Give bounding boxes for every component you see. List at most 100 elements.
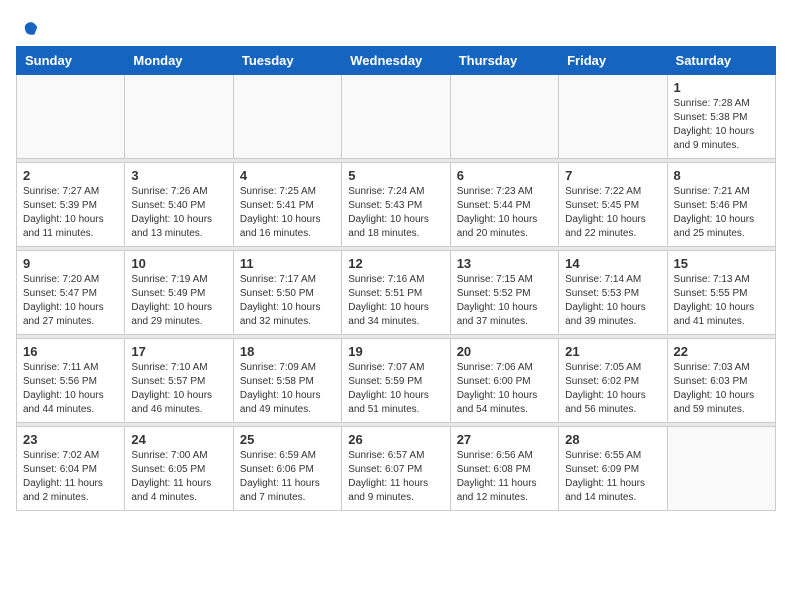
day-info: Sunrise: 6:59 AM Sunset: 6:06 PM Dayligh… [240, 449, 335, 505]
calendar-cell [233, 75, 341, 159]
weekday-header-friday: Friday [559, 47, 667, 75]
calendar-cell: 13Sunrise: 7:15 AM Sunset: 5:52 PM Dayli… [450, 251, 558, 335]
weekday-header-wednesday: Wednesday [342, 47, 450, 75]
calendar-cell: 19 Sunrise: 7:07 AM Sunset: 5:59 PM Dayli… [342, 339, 450, 423]
day-info: Sunrise: 7:27 AM Sunset: 5:39 PM Dayligh… [23, 185, 118, 241]
calendar-cell: 26 Sunrise: 6:57 AM Sunset: 6:07 PM Dayli… [342, 427, 450, 511]
calendar-cell: 27 Sunrise: 6:56 AM Sunset: 6:08 PM Dayli… [450, 427, 558, 511]
day-number: 28 [565, 432, 660, 447]
day-number: 8 [674, 168, 769, 183]
calendar-cell: 8 Sunrise: 7:21 AM Sunset: 5:46 PM Daylig… [667, 163, 775, 247]
calendar-cell: 22 Sunrise: 7:03 AM Sunset: 6:03 PM Dayli… [667, 339, 775, 423]
day-number: 4 [240, 168, 335, 183]
calendar-cell: 21Sunrise: 7:05 AM Sunset: 6:02 PM Dayli… [559, 339, 667, 423]
calendar-cell: 3 Sunrise: 7:26 AM Sunset: 5:40 PM Daylig… [125, 163, 233, 247]
day-number: 22 [674, 344, 769, 359]
day-info: Sunrise: 7:06 AM Sunset: 6:00 PM Dayligh… [457, 361, 552, 417]
day-number: 16 [23, 344, 118, 359]
calendar-cell: 6 Sunrise: 7:23 AM Sunset: 5:44 PM Daylig… [450, 163, 558, 247]
day-info: Sunrise: 6:57 AM Sunset: 6:07 PM Dayligh… [348, 449, 443, 505]
day-number: 5 [348, 168, 443, 183]
logo-icon [18, 16, 40, 38]
day-number: 3 [131, 168, 226, 183]
calendar-cell: 16 Sunrise: 7:11 AM Sunset: 5:56 PM Dayli… [17, 339, 125, 423]
calendar-cell [342, 75, 450, 159]
day-number: 26 [348, 432, 443, 447]
day-info: Sunrise: 7:14 AM Sunset: 5:53 PM Dayligh… [565, 273, 660, 329]
calendar-cell: 2 Sunrise: 7:27 AM Sunset: 5:39 PM Daylig… [17, 163, 125, 247]
day-info: Sunrise: 7:20 AM Sunset: 5:47 PM Dayligh… [23, 273, 118, 329]
calendar-cell: 12 Sunrise: 7:16 AM Sunset: 5:51 PM Dayli… [342, 251, 450, 335]
calendar-cell: 4 Sunrise: 7:25 AM Sunset: 5:41 PM Daylig… [233, 163, 341, 247]
day-info: Sunrise: 7:07 AM Sunset: 5:59 PM Dayligh… [348, 361, 443, 417]
calendar-week-2: 9 Sunrise: 7:20 AM Sunset: 5:47 PM Daylig… [17, 251, 776, 335]
calendar-week-4: 23 Sunrise: 7:02 AM Sunset: 6:04 PM Dayli… [17, 427, 776, 511]
day-info: Sunrise: 7:25 AM Sunset: 5:41 PM Dayligh… [240, 185, 335, 241]
calendar-cell: 20 Sunrise: 7:06 AM Sunset: 6:00 PM Dayli… [450, 339, 558, 423]
day-number: 18 [240, 344, 335, 359]
weekday-header-tuesday: Tuesday [233, 47, 341, 75]
calendar-week-3: 16 Sunrise: 7:11 AM Sunset: 5:56 PM Dayli… [17, 339, 776, 423]
day-number: 25 [240, 432, 335, 447]
calendar-table: SundayMondayTuesdayWednesdayThursdayFrid… [16, 46, 776, 511]
weekday-header-monday: Monday [125, 47, 233, 75]
calendar-cell [667, 427, 775, 511]
calendar-week-1: 2 Sunrise: 7:27 AM Sunset: 5:39 PM Daylig… [17, 163, 776, 247]
day-info: Sunrise: 7:00 AM Sunset: 6:05 PM Dayligh… [131, 449, 226, 505]
logo [16, 16, 40, 38]
day-info: Sunrise: 7:15 AM Sunset: 5:52 PM Dayligh… [457, 273, 552, 329]
day-info: Sunrise: 7:22 AM Sunset: 5:45 PM Dayligh… [565, 185, 660, 241]
weekday-header-sunday: Sunday [17, 47, 125, 75]
day-number: 10 [131, 256, 226, 271]
day-number: 2 [23, 168, 118, 183]
day-info: Sunrise: 7:23 AM Sunset: 5:44 PM Dayligh… [457, 185, 552, 241]
calendar-cell: 17 Sunrise: 7:10 AM Sunset: 5:57 PM Dayli… [125, 339, 233, 423]
day-number: 23 [23, 432, 118, 447]
calendar-cell [559, 75, 667, 159]
day-number: 6 [457, 168, 552, 183]
calendar-cell: 9 Sunrise: 7:20 AM Sunset: 5:47 PM Daylig… [17, 251, 125, 335]
day-number: 24 [131, 432, 226, 447]
calendar-cell: 1 Sunrise: 7:28 AM Sunset: 5:38 PM Daylig… [667, 75, 775, 159]
calendar-cell: 7 Sunrise: 7:22 AM Sunset: 5:45 PM Daylig… [559, 163, 667, 247]
day-number: 20 [457, 344, 552, 359]
day-number: 9 [23, 256, 118, 271]
calendar-cell: 24 Sunrise: 7:00 AM Sunset: 6:05 PM Dayli… [125, 427, 233, 511]
day-info: Sunrise: 7:21 AM Sunset: 5:46 PM Dayligh… [674, 185, 769, 241]
calendar-cell: 25 Sunrise: 6:59 AM Sunset: 6:06 PM Dayli… [233, 427, 341, 511]
day-info: Sunrise: 7:19 AM Sunset: 5:49 PM Dayligh… [131, 273, 226, 329]
day-info: Sunrise: 7:02 AM Sunset: 6:04 PM Dayligh… [23, 449, 118, 505]
calendar-cell: 10 Sunrise: 7:19 AM Sunset: 5:49 PM Dayli… [125, 251, 233, 335]
weekday-header-saturday: Saturday [667, 47, 775, 75]
weekday-header-thursday: Thursday [450, 47, 558, 75]
day-info: Sunrise: 6:56 AM Sunset: 6:08 PM Dayligh… [457, 449, 552, 505]
day-info: Sunrise: 7:16 AM Sunset: 5:51 PM Dayligh… [348, 273, 443, 329]
calendar-cell: 18Sunrise: 7:09 AM Sunset: 5:58 PM Dayli… [233, 339, 341, 423]
day-number: 19 [348, 344, 443, 359]
calendar-cell [450, 75, 558, 159]
day-number: 17 [131, 344, 226, 359]
day-number: 11 [240, 256, 335, 271]
day-number: 15 [674, 256, 769, 271]
day-info: Sunrise: 7:28 AM Sunset: 5:38 PM Dayligh… [674, 97, 769, 153]
day-number: 12 [348, 256, 443, 271]
calendar-cell: 15Sunrise: 7:13 AM Sunset: 5:55 PM Dayli… [667, 251, 775, 335]
day-info: Sunrise: 6:55 AM Sunset: 6:09 PM Dayligh… [565, 449, 660, 505]
day-info: Sunrise: 7:26 AM Sunset: 5:40 PM Dayligh… [131, 185, 226, 241]
calendar-cell: 5 Sunrise: 7:24 AM Sunset: 5:43 PM Daylig… [342, 163, 450, 247]
day-info: Sunrise: 7:03 AM Sunset: 6:03 PM Dayligh… [674, 361, 769, 417]
calendar-cell: 14 Sunrise: 7:14 AM Sunset: 5:53 PM Dayli… [559, 251, 667, 335]
day-number: 7 [565, 168, 660, 183]
weekday-header-row: SundayMondayTuesdayWednesdayThursdayFrid… [17, 47, 776, 75]
page-header [16, 16, 776, 38]
calendar-cell: 28 Sunrise: 6:55 AM Sunset: 6:09 PM Dayli… [559, 427, 667, 511]
day-number: 27 [457, 432, 552, 447]
day-number: 14 [565, 256, 660, 271]
day-info: Sunrise: 7:10 AM Sunset: 5:57 PM Dayligh… [131, 361, 226, 417]
day-number: 1 [674, 80, 769, 95]
day-info: Sunrise: 7:11 AM Sunset: 5:56 PM Dayligh… [23, 361, 118, 417]
calendar-week-0: 1 Sunrise: 7:28 AM Sunset: 5:38 PM Daylig… [17, 75, 776, 159]
calendar-cell [17, 75, 125, 159]
day-info: Sunrise: 7:24 AM Sunset: 5:43 PM Dayligh… [348, 185, 443, 241]
day-info: Sunrise: 7:05 AM Sunset: 6:02 PM Dayligh… [565, 361, 660, 417]
